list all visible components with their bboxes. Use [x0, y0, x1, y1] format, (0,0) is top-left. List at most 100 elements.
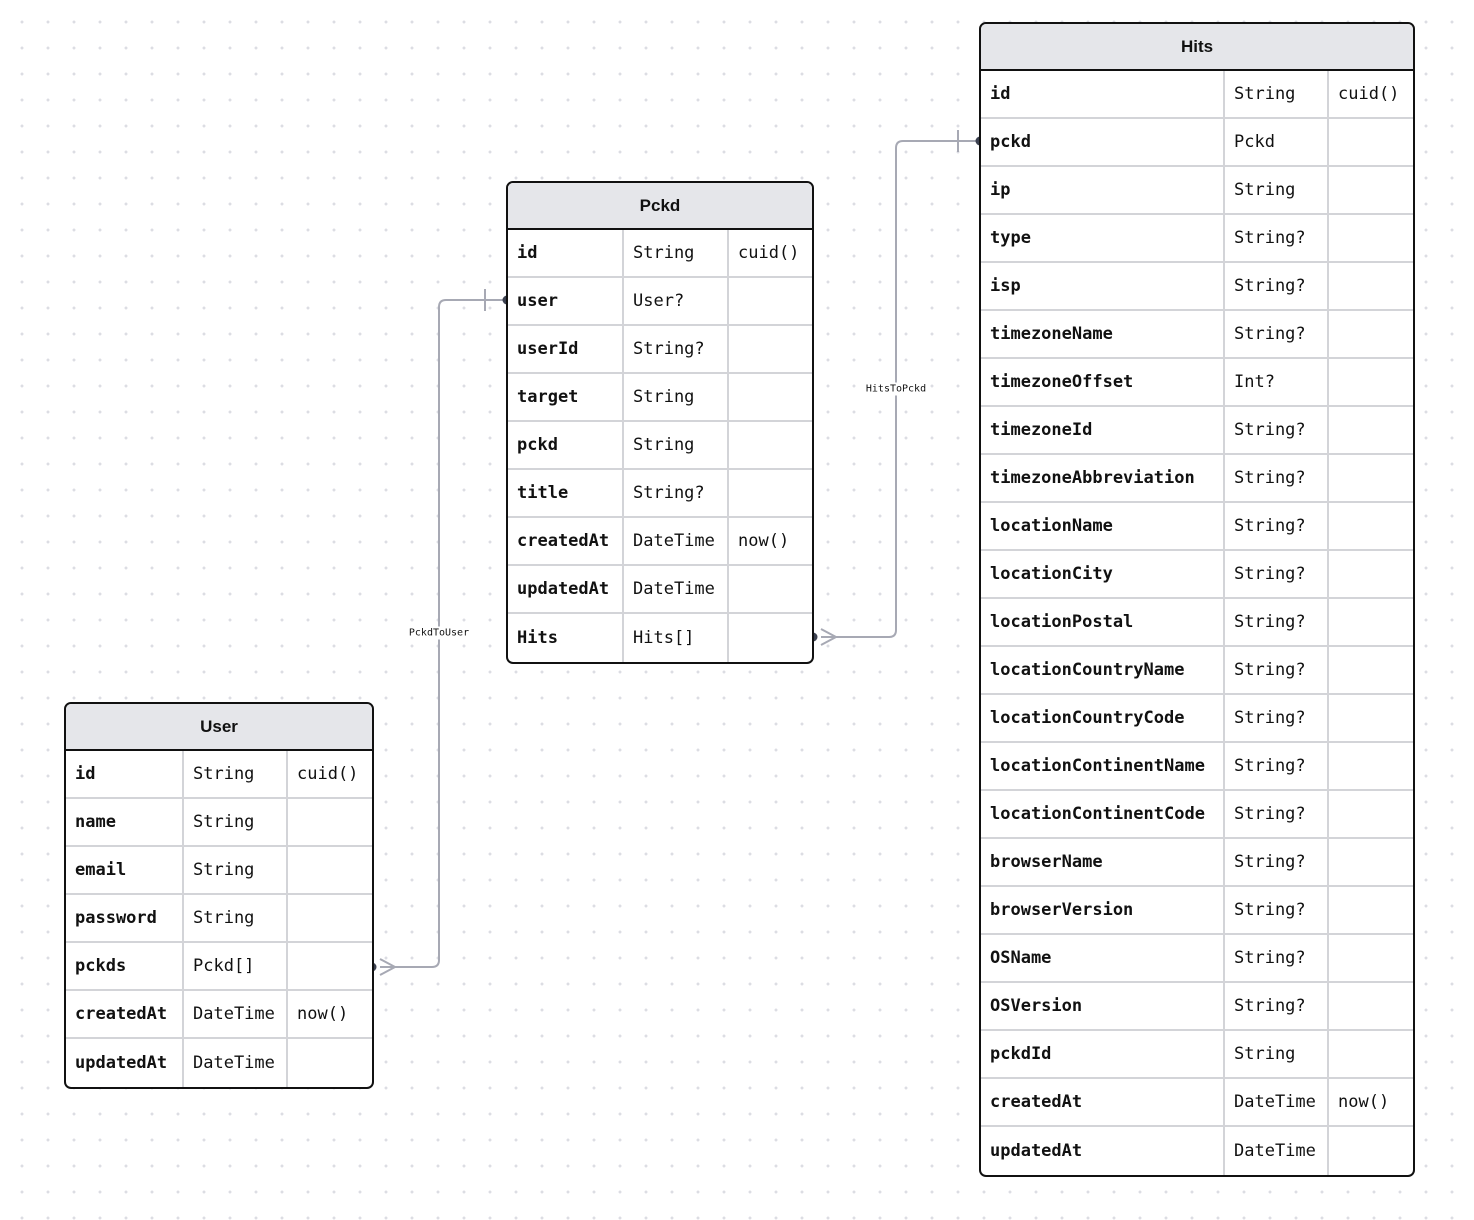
field-default	[288, 895, 372, 941]
field-row[interactable]: timezoneAbbreviation String?	[981, 455, 1413, 503]
field-name: userId	[508, 326, 624, 372]
field-row[interactable]: pckds Pckd[]	[66, 943, 372, 991]
field-row[interactable]: locationCountryCode String?	[981, 695, 1413, 743]
field-row[interactable]: browserName String?	[981, 839, 1413, 887]
field-type: DateTime	[1225, 1079, 1329, 1125]
field-row[interactable]: locationCity String?	[981, 551, 1413, 599]
field-type: String	[624, 374, 729, 420]
field-row[interactable]: updatedAt DateTime	[981, 1127, 1413, 1175]
field-row[interactable]: updatedAt DateTime	[66, 1039, 372, 1087]
field-name: pckd	[508, 422, 624, 468]
field-name: timezoneAbbreviation	[981, 455, 1225, 501]
field-name: user	[508, 278, 624, 324]
field-type: String?	[1225, 455, 1329, 501]
field-name: createdAt	[981, 1079, 1225, 1125]
table-title: Hits	[981, 24, 1413, 71]
field-row[interactable]: pckd String	[508, 422, 812, 470]
field-name: locationCountryName	[981, 647, 1225, 693]
field-default	[1329, 695, 1413, 741]
field-name: updatedAt	[981, 1127, 1225, 1175]
field-row[interactable]: user User?	[508, 278, 812, 326]
field-row[interactable]: createdAt DateTime now()	[981, 1079, 1413, 1127]
field-default	[1329, 935, 1413, 981]
field-row[interactable]: id String cuid()	[508, 230, 812, 278]
field-type: String?	[624, 326, 729, 372]
field-type: DateTime	[184, 1039, 288, 1087]
field-row[interactable]: id String cuid()	[981, 71, 1413, 119]
field-default	[1329, 791, 1413, 837]
field-type: String?	[1225, 311, 1329, 357]
field-row[interactable]: email String	[66, 847, 372, 895]
field-row[interactable]: locationContinentCode String?	[981, 791, 1413, 839]
field-default	[288, 847, 372, 893]
field-row[interactable]: title String?	[508, 470, 812, 518]
field-row[interactable]: updatedAt DateTime	[508, 566, 812, 614]
field-type: String	[1225, 167, 1329, 213]
field-type: String?	[1225, 407, 1329, 453]
field-type: String?	[1225, 263, 1329, 309]
field-type: String?	[1225, 503, 1329, 549]
field-default: cuid()	[297, 764, 359, 784]
field-row[interactable]: password String	[66, 895, 372, 943]
field-type: String?	[1225, 791, 1329, 837]
field-row[interactable]: createdAt DateTime now()	[508, 518, 812, 566]
field-type: String?	[1225, 743, 1329, 789]
field-row[interactable]: timezoneName String?	[981, 311, 1413, 359]
field-type: String?	[1225, 695, 1329, 741]
field-row[interactable]: timezoneId String?	[981, 407, 1413, 455]
field-name: updatedAt	[508, 566, 624, 612]
field-row[interactable]: OSName String?	[981, 935, 1413, 983]
field-name: locationName	[981, 503, 1225, 549]
field-type: Pckd	[1225, 119, 1329, 165]
table-pckd[interactable]: Pckd id String cuid() user User? userId String?…	[506, 181, 814, 664]
field-name: ip	[981, 167, 1225, 213]
field-row[interactable]: locationName String?	[981, 503, 1413, 551]
field-row[interactable]: isp String?	[981, 263, 1413, 311]
field-row[interactable]: OSVersion String?	[981, 983, 1413, 1031]
field-name: createdAt	[508, 518, 624, 564]
field-row[interactable]: Hits Hits[]	[508, 614, 812, 662]
field-default	[1329, 1127, 1413, 1175]
field-row[interactable]: browserVersion String?	[981, 887, 1413, 935]
field-default	[729, 374, 812, 420]
field-row[interactable]: userId String?	[508, 326, 812, 374]
field-row[interactable]: locationPostal String?	[981, 599, 1413, 647]
field-name: title	[508, 470, 624, 516]
table-hits[interactable]: Hits id String cuid() pckd Pckd ip String type St…	[979, 22, 1415, 1177]
field-default	[1329, 167, 1413, 213]
field-name: id	[981, 71, 1225, 117]
field-type: String	[624, 230, 729, 276]
field-row[interactable]: locationContinentName String?	[981, 743, 1413, 791]
field-default: cuid()	[738, 243, 800, 263]
field-name: target	[508, 374, 624, 420]
field-row[interactable]: ip String	[981, 167, 1413, 215]
field-default	[729, 422, 812, 468]
field-name: locationContinentCode	[981, 791, 1225, 837]
relation-label: PckdToUser	[406, 626, 472, 640]
field-default	[1329, 503, 1413, 549]
field-name: browserVersion	[981, 887, 1225, 933]
field-type: String?	[1225, 647, 1329, 693]
table-user[interactable]: User id String cuid() name String email String p…	[64, 702, 374, 1089]
field-row[interactable]: timezoneOffset Int?	[981, 359, 1413, 407]
field-row[interactable]: createdAt DateTime now()	[66, 991, 372, 1039]
field-default	[288, 1039, 372, 1087]
field-row[interactable]: pckdId String	[981, 1031, 1413, 1079]
field-default	[1329, 215, 1413, 261]
field-default	[1329, 551, 1413, 597]
field-row[interactable]: type String?	[981, 215, 1413, 263]
field-row[interactable]: target String	[508, 374, 812, 422]
field-row[interactable]: pckd Pckd	[981, 119, 1413, 167]
field-default	[1329, 359, 1413, 405]
field-default	[1329, 983, 1413, 1029]
field-row[interactable]: id String cuid()	[66, 751, 372, 799]
field-type: String?	[1225, 599, 1329, 645]
field-type: DateTime	[624, 518, 729, 564]
field-default	[1329, 839, 1413, 885]
field-row[interactable]: name String	[66, 799, 372, 847]
field-row[interactable]: locationCountryName String?	[981, 647, 1413, 695]
field-type: String?	[1225, 551, 1329, 597]
field-name: locationCountryCode	[981, 695, 1225, 741]
field-name: email	[66, 847, 184, 893]
field-default	[1329, 407, 1413, 453]
